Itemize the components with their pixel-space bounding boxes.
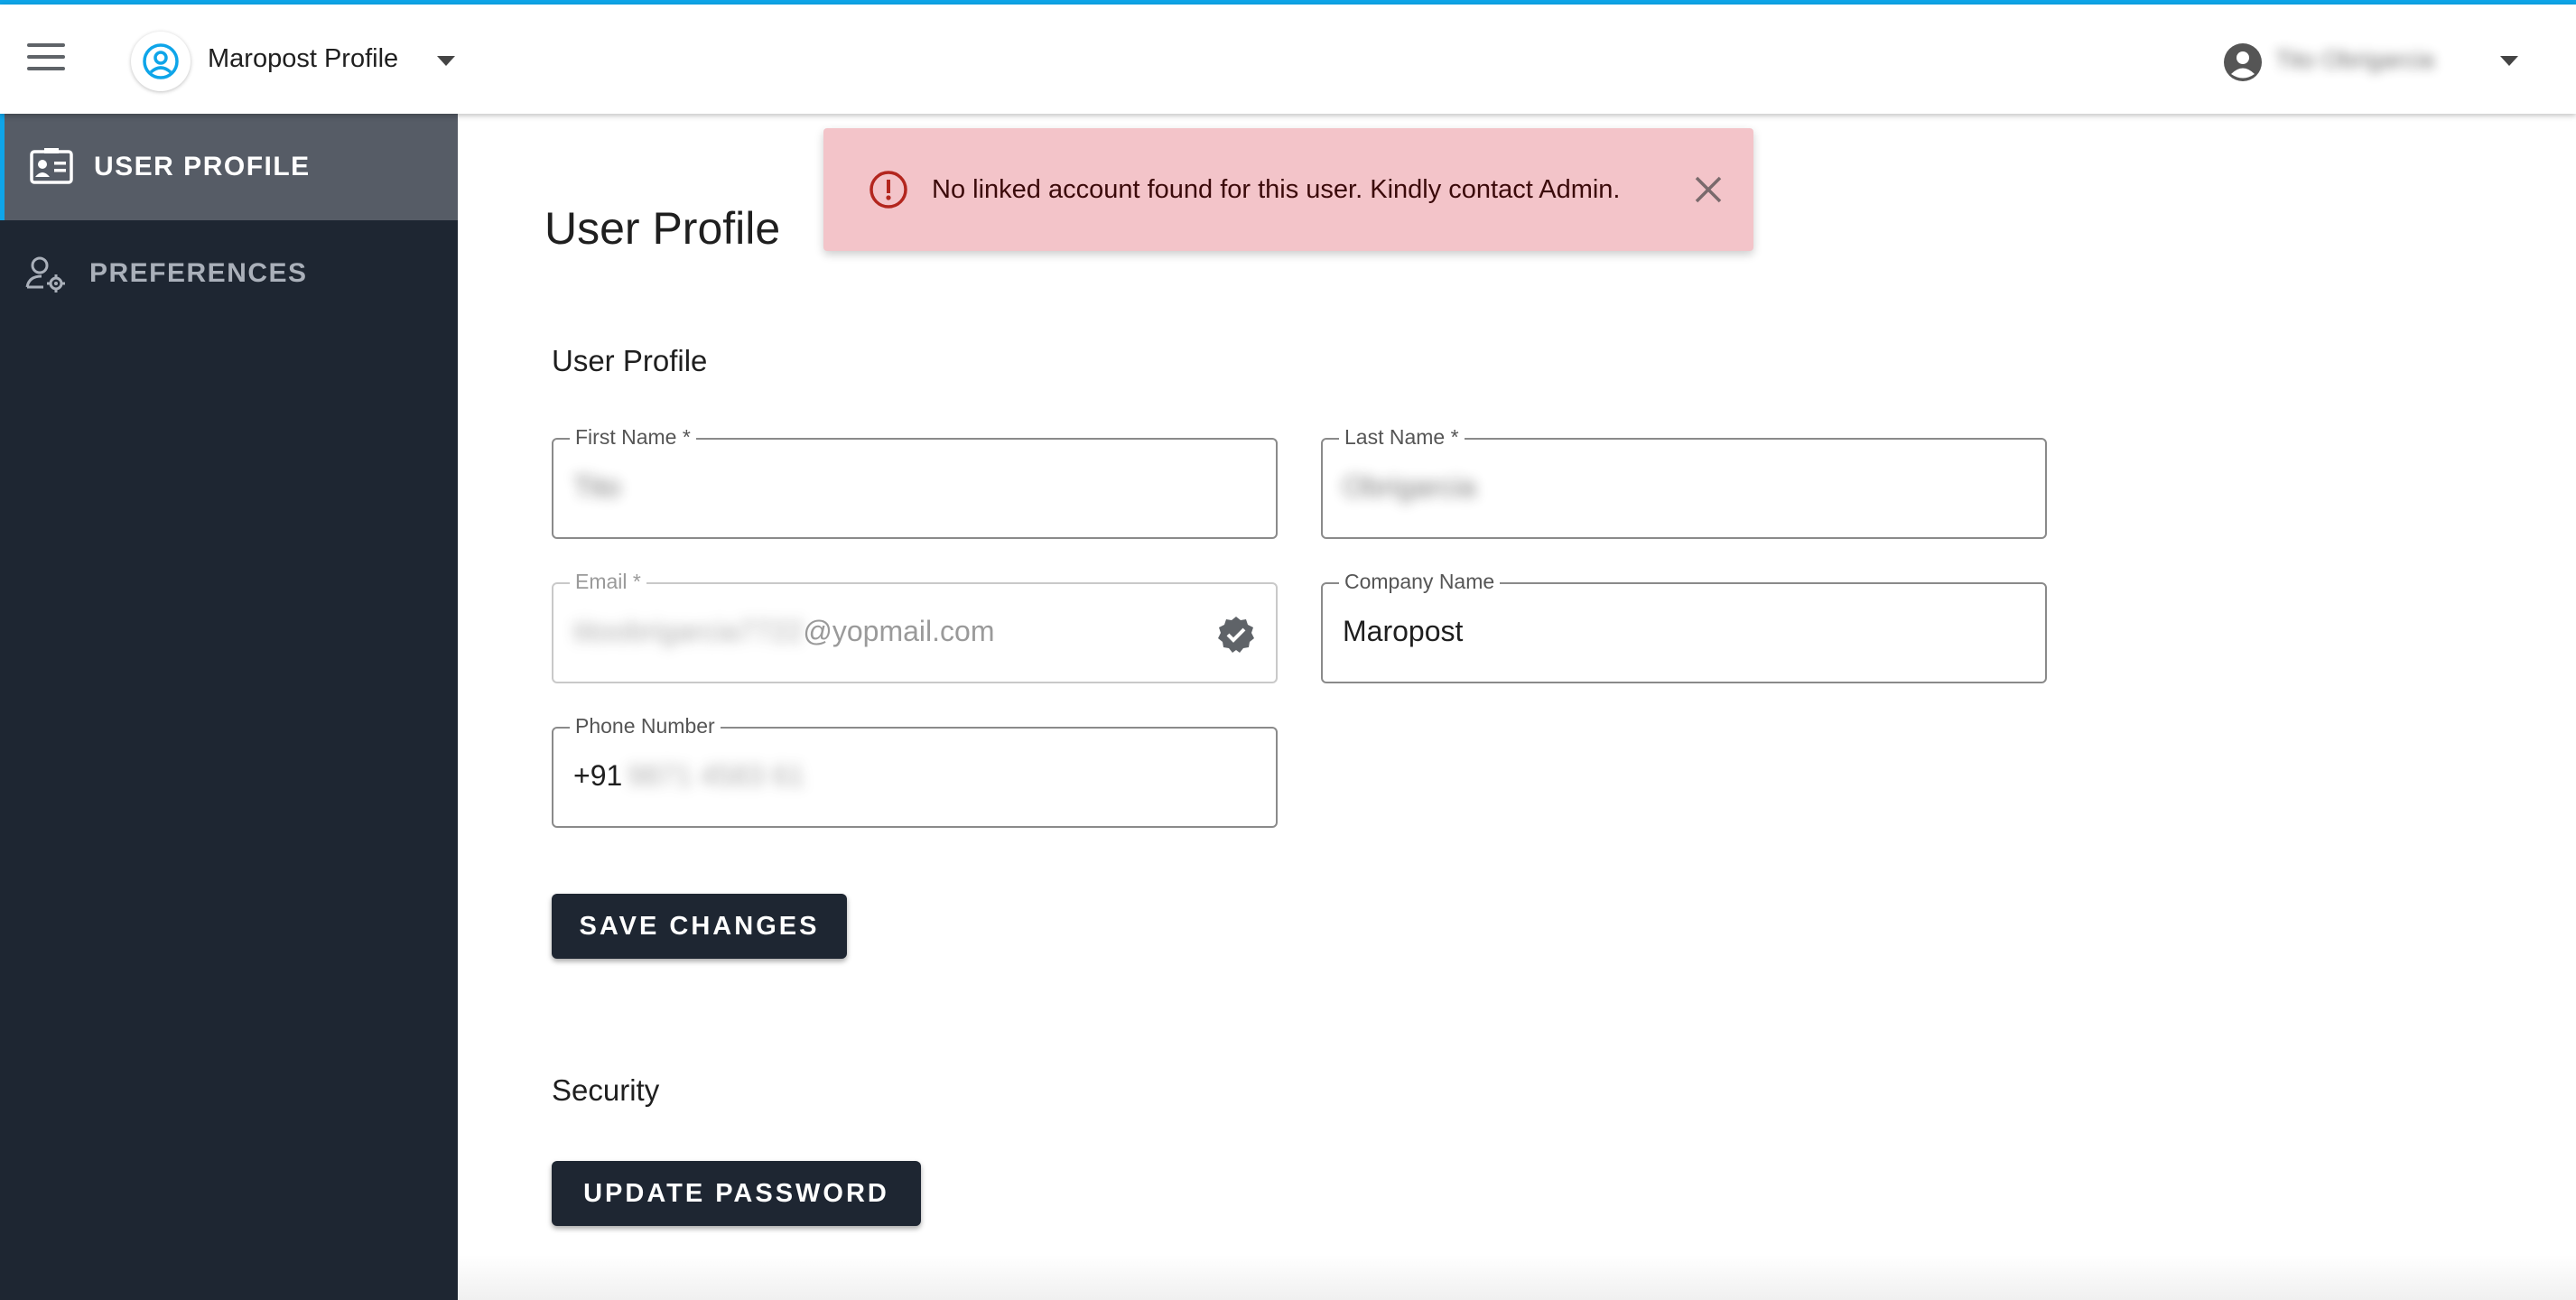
phone-number-value: +91 9871 4583 61 (573, 759, 805, 792)
field-label: Phone Number (570, 714, 721, 738)
sidebar-item-preferences[interactable]: PREFERENCES (0, 220, 458, 327)
sidebar-item-user-profile[interactable]: USER PROFILE (0, 114, 458, 220)
sidebar: USER PROFILE PREFERENCES (0, 114, 458, 1300)
error-info-icon (869, 170, 908, 214)
sidebar-item-label: USER PROFILE (94, 152, 311, 181)
chevron-down-icon[interactable] (2500, 56, 2518, 66)
field-label: Company Name (1339, 570, 1501, 594)
chevron-down-icon[interactable] (437, 56, 455, 66)
save-changes-button[interactable]: SAVE CHANGES (552, 894, 847, 959)
sidebar-item-label: PREFERENCES (89, 258, 308, 288)
user-menu-name[interactable]: Tito Obrigarcia (2275, 46, 2434, 74)
email-value: titoobrigarcia7722@yopmail.com (573, 615, 995, 647)
account-circle-icon[interactable] (2223, 42, 2263, 87)
menu-icon[interactable] (27, 43, 65, 74)
email-field: Email * titoobrigarcia7722@yopmail.com (552, 570, 1278, 683)
id-card-icon (30, 148, 73, 189)
app-header: Maropost Profile Tito Obrigarcia (0, 5, 2576, 114)
field-label: Last Name * (1339, 425, 1465, 450)
error-toast: No linked account found for this user. K… (823, 128, 1753, 251)
profile-logo-icon (131, 32, 191, 91)
page-bottom-shadow (458, 1255, 2576, 1300)
app-switcher-title[interactable]: Maropost Profile (208, 44, 398, 74)
page-title: User Profile (544, 203, 781, 254)
first-name-value: Tito (573, 470, 621, 503)
verified-badge-icon (1216, 615, 1256, 659)
section-title-user-profile: User Profile (552, 344, 708, 377)
close-icon[interactable] (1692, 173, 1725, 210)
phone-number-field[interactable]: Phone Number +91 9871 4583 61 (552, 714, 1278, 828)
field-label: First Name * (570, 425, 696, 450)
main-content: User Profile User Profile First Name * T… (458, 114, 2576, 1300)
update-password-button[interactable]: UPDATE PASSWORD (552, 1161, 921, 1226)
user-settings-icon (25, 255, 67, 297)
company-name-field[interactable]: Company Name Maropost (1321, 570, 2047, 683)
section-title-security: Security (552, 1073, 660, 1107)
toast-message: No linked account found for this user. K… (932, 175, 1621, 204)
field-label: Email * (570, 570, 646, 594)
company-name-value: Maropost (1343, 615, 1464, 647)
last-name-value: Obrigarcia (1343, 470, 1476, 503)
first-name-field[interactable]: First Name * Tito (552, 425, 1278, 539)
last-name-field[interactable]: Last Name * Obrigarcia (1321, 425, 2047, 539)
